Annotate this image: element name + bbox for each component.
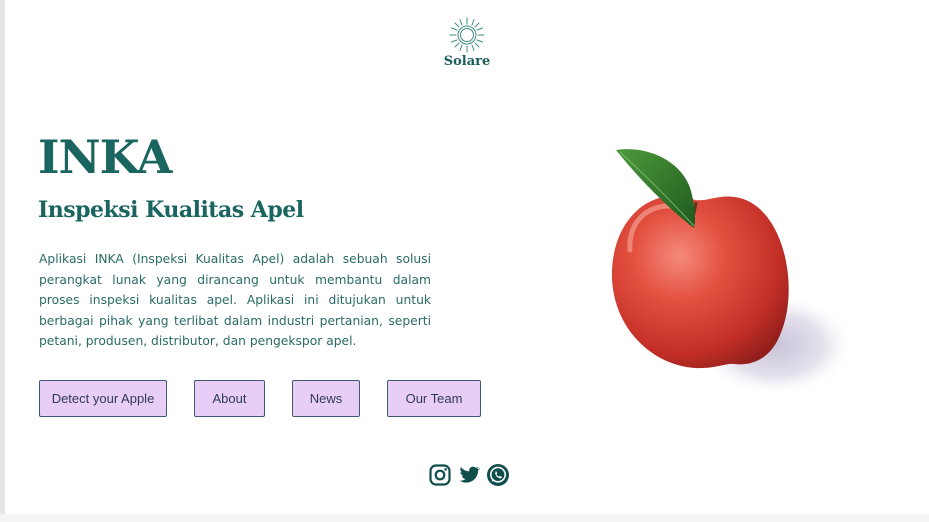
instagram-icon[interactable]: [428, 463, 452, 487]
twitter-icon[interactable]: [457, 463, 481, 487]
apple-image: [600, 140, 860, 410]
our-team-button[interactable]: Our Team: [387, 380, 481, 417]
page-subtitle: Inspeksi Kualitas Apel: [38, 197, 304, 223]
sun-icon: [436, 16, 498, 54]
left-edge-bar: [0, 0, 5, 522]
bottom-edge-bar: [0, 514, 929, 522]
brand-logo[interactable]: Solare: [436, 16, 498, 69]
social-links: [428, 462, 510, 488]
hero-description: Aplikasi INKA (Inspeksi Kualitas Apel) a…: [39, 252, 431, 348]
page-title: INKA: [38, 130, 172, 184]
whatsapp-icon[interactable]: [486, 463, 510, 487]
news-button[interactable]: News: [292, 380, 360, 417]
brand-name: Solare: [443, 54, 491, 69]
detect-apple-button[interactable]: Detect your Apple: [39, 380, 167, 417]
about-button[interactable]: About: [194, 380, 265, 417]
